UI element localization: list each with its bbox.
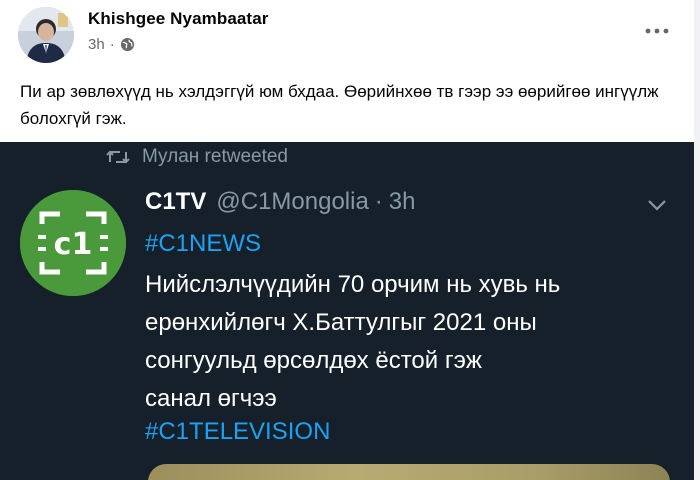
- retweet-icon: [106, 148, 130, 166]
- meta-separator: ·: [109, 36, 115, 53]
- post-author-name[interactable]: Khishgee Nyambaatar: [88, 9, 268, 29]
- hashtag-c1television[interactable]: #C1TELEVISION: [145, 418, 330, 446]
- tweet-time[interactable]: 3h: [389, 188, 416, 216]
- hashtag-c1news[interactable]: #C1NEWS: [145, 230, 261, 258]
- logo-text: c1: [54, 227, 93, 262]
- post-time[interactable]: 3h: [88, 36, 105, 53]
- right-edge-divider: [694, 0, 700, 480]
- tweet-separator: ·: [374, 188, 383, 215]
- globe-icon[interactable]: [120, 37, 135, 52]
- more-options-icon[interactable]: [640, 24, 674, 38]
- tweet-media-image[interactable]: [148, 464, 670, 480]
- tweet-header: C1TV @C1Mongolia · 3h: [145, 188, 416, 216]
- tweet-screenshot: Мулан retweeted c1 C1TV @C1Mongolia · 3h…: [0, 142, 700, 480]
- chevron-down-icon[interactable]: [646, 198, 668, 212]
- avatar[interactable]: [18, 7, 74, 63]
- tweet-display-name[interactable]: C1TV: [145, 188, 206, 216]
- facebook-post-header: Khishgee Nyambaatar 3h · Пи ар зөвлөхүүд…: [0, 0, 700, 140]
- tweet-handle[interactable]: @C1Mongolia: [216, 188, 368, 216]
- retweeted-by-label: Мулан retweeted: [142, 146, 288, 167]
- post-text: Пи ар зөвлөхүүд нь хэлдэггүй юм бхдаа. Ө…: [20, 82, 659, 128]
- c1-logo[interactable]: c1: [20, 190, 126, 296]
- post-meta: 3h ·: [88, 36, 135, 53]
- tweet-body: Нийслэлчүүдийн 70 орчим нь хувь нь ерөнх…: [145, 271, 561, 412]
- retweet-indicator: Мулан retweeted: [106, 146, 288, 168]
